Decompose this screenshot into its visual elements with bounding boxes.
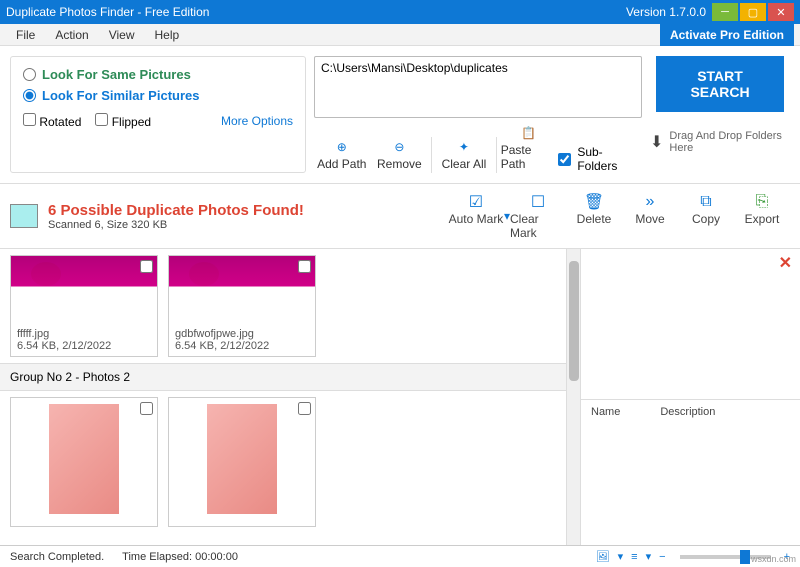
- delete-button[interactable]: 🗑Delete: [566, 190, 622, 242]
- status-bar: Search Completed. Time Elapsed: 00:00:00…: [0, 545, 800, 567]
- thumbnail-image: [49, 404, 119, 514]
- add-path-button[interactable]: ⊕Add Path: [314, 136, 370, 173]
- minus-icon: ⊖: [390, 138, 408, 156]
- clear-mark-button[interactable]: ☐Clear Mark: [510, 190, 566, 242]
- drag-hint: ⬇ Drag And Drop Folders Here: [650, 130, 790, 154]
- watermark: wsxdn.com: [751, 554, 796, 564]
- results-bar: 6 Possible Duplicate Photos Found! Scann…: [0, 184, 800, 249]
- photo-icon: [10, 204, 38, 228]
- detail-pane: ✕ Name Description: [580, 249, 800, 545]
- radio-same-pictures[interactable]: Look For Same Pictures: [23, 67, 293, 82]
- thumbnail-card[interactable]: [10, 397, 158, 527]
- thumbnail-checkbox[interactable]: [140, 260, 153, 273]
- copy-icon: ⧉: [696, 192, 716, 212]
- path-list[interactable]: C:\Users\Mansi\Desktop\duplicates: [314, 56, 642, 118]
- close-button[interactable]: ✕: [768, 3, 794, 21]
- download-icon: ⬇: [650, 132, 663, 152]
- scrollbar[interactable]: [566, 249, 580, 545]
- scrollbar-thumb[interactable]: [569, 261, 579, 381]
- start-search-button[interactable]: START SEARCH: [656, 56, 784, 112]
- view-list-menu[interactable]: ▾: [646, 550, 652, 563]
- view-thumb-menu[interactable]: ▾: [618, 550, 624, 563]
- menu-bar: File Action View Help Activate Pro Editi…: [0, 24, 800, 46]
- zoom-out-button[interactable]: −: [659, 551, 665, 563]
- remove-path-button[interactable]: ⊖Remove: [372, 136, 428, 173]
- thumbnail-filename: gdbfwofjpwe.jpg: [175, 328, 309, 340]
- menu-action[interactable]: Action: [45, 26, 98, 44]
- thumbnail-image: [169, 256, 315, 324]
- radio-similar-pictures[interactable]: Look For Similar Pictures: [23, 88, 293, 103]
- copy-button[interactable]: ⧉Copy: [678, 190, 734, 242]
- status-text: Search Completed.: [10, 551, 104, 563]
- zoom-knob[interactable]: [740, 550, 750, 564]
- title-bar: Duplicate Photos Finder - Free Edition V…: [0, 0, 800, 24]
- window-title: Duplicate Photos Finder - Free Edition: [6, 5, 626, 19]
- move-icon: »: [640, 192, 660, 212]
- activate-pro-link[interactable]: Activate Pro Edition: [660, 24, 794, 46]
- radio-same-input[interactable]: [23, 68, 36, 81]
- auto-mark-button[interactable]: ☑Auto Mark: [448, 190, 504, 242]
- clear-all-button[interactable]: ✦Clear All: [436, 136, 492, 173]
- top-panel: Look For Same Pictures Look For Similar …: [0, 46, 800, 184]
- thumbnail-meta: 6.54 KB, 2/12/2022: [17, 340, 151, 352]
- thumbnail-checkbox[interactable]: [298, 260, 311, 273]
- export-icon: ⎘: [752, 192, 772, 212]
- version-label: Version 1.7.0.0: [626, 5, 706, 19]
- thumbnail-checkbox[interactable]: [140, 402, 153, 415]
- view-list-button[interactable]: ≡: [631, 551, 637, 563]
- group-header: Group No 2 - Photos 2: [0, 363, 566, 391]
- thumbnails-panel: fffff.jpg6.54 KB, 2/12/2022 gdbfwofjpwe.…: [0, 249, 566, 545]
- menu-view[interactable]: View: [99, 26, 145, 44]
- elapsed-label: Time Elapsed: 00:00:00: [122, 551, 238, 563]
- maximize-button[interactable]: ▢: [740, 3, 766, 21]
- detail-desc-header: Description: [660, 406, 715, 418]
- thumbnail-image: [207, 404, 277, 514]
- results-title: 6 Possible Duplicate Photos Found!: [48, 202, 304, 219]
- thumbnail-card[interactable]: [168, 397, 316, 527]
- checkbox-flipped[interactable]: Flipped: [95, 113, 151, 129]
- checkmark-icon: ☑: [466, 192, 486, 212]
- plus-icon: ⊕: [333, 138, 351, 156]
- view-thumbnails-button[interactable]: 🖼: [596, 550, 610, 563]
- trash-icon: 🗑: [584, 192, 604, 212]
- thumbnail-image: [11, 256, 157, 324]
- results-subtitle: Scanned 6, Size 320 KB: [48, 219, 304, 231]
- thumbnail-filename: fffff.jpg: [17, 328, 151, 340]
- search-options-panel: Look For Same Pictures Look For Similar …: [10, 56, 306, 173]
- checkbox-subfolders[interactable]: Sub-Folders: [558, 145, 642, 173]
- detail-name-header: Name: [591, 406, 620, 418]
- minimize-button[interactable]: ─: [712, 3, 738, 21]
- menu-file[interactable]: File: [6, 26, 45, 44]
- radio-similar-input[interactable]: [23, 89, 36, 102]
- paste-path-button[interactable]: 📋Paste Path: [501, 122, 557, 173]
- preview-area: [581, 277, 800, 399]
- thumbnail-checkbox[interactable]: [298, 402, 311, 415]
- menu-help[interactable]: Help: [145, 26, 190, 44]
- more-options-link[interactable]: More Options: [221, 114, 293, 128]
- move-button[interactable]: »Move: [622, 190, 678, 242]
- start-column: START SEARCH ⬇ Drag And Drop Folders Her…: [650, 56, 790, 173]
- thumbnail-meta: 6.54 KB, 2/12/2022: [175, 340, 309, 352]
- close-detail-button[interactable]: ✕: [581, 249, 800, 277]
- thumbnail-card[interactable]: gdbfwofjpwe.jpg6.54 KB, 2/12/2022: [168, 255, 316, 357]
- clipboard-icon: 📋: [520, 124, 538, 142]
- square-icon: ☐: [528, 192, 548, 212]
- main-body: fffff.jpg6.54 KB, 2/12/2022 gdbfwofjpwe.…: [0, 249, 800, 545]
- broom-icon: ✦: [455, 138, 473, 156]
- thumbnail-card[interactable]: fffff.jpg6.54 KB, 2/12/2022: [10, 255, 158, 357]
- export-button[interactable]: ⎘Export: [734, 190, 790, 242]
- path-area: C:\Users\Mansi\Desktop\duplicates ⊕Add P…: [314, 56, 642, 173]
- checkbox-rotated[interactable]: Rotated: [23, 113, 81, 129]
